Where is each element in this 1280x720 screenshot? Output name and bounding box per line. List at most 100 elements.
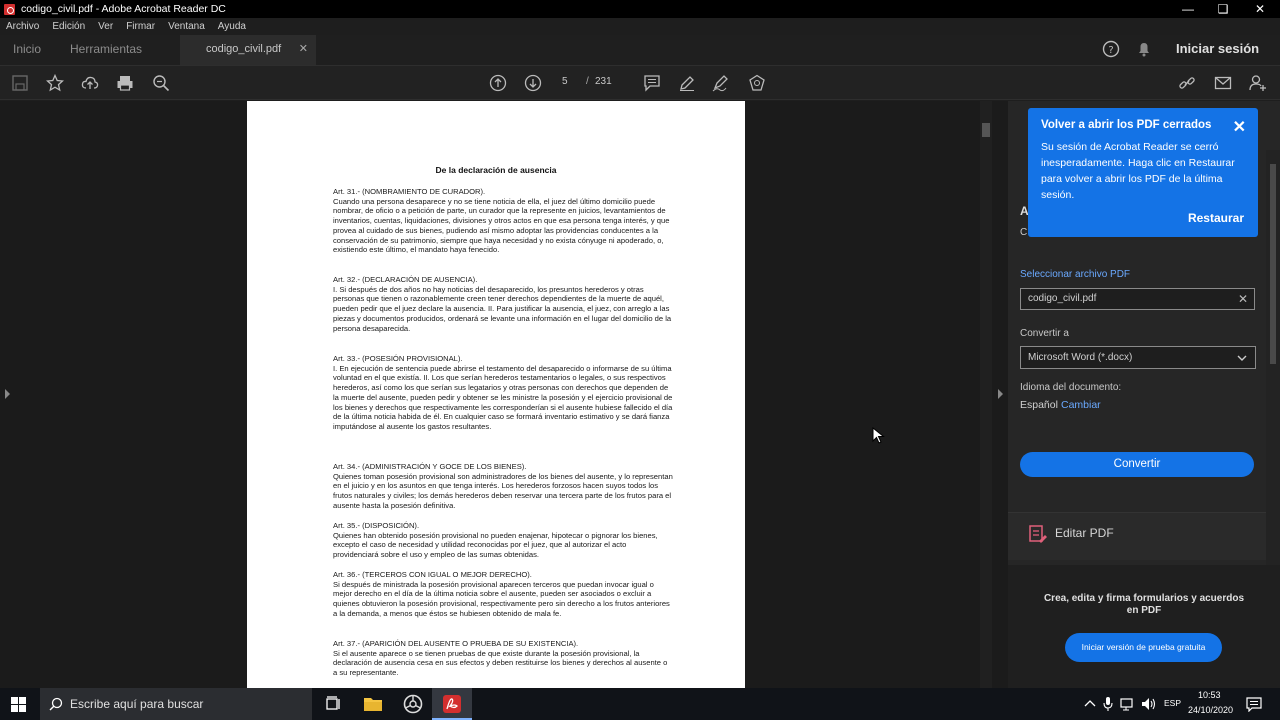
article-title: Art. 33.- (POSESIÓN PROVISIONAL).: [333, 354, 463, 363]
restore-button[interactable]: Restaurar: [1188, 211, 1244, 225]
show-hidden-icons-icon[interactable]: [1084, 698, 1096, 708]
tab-bar: Inicio Herramientas codigo_civil.pdf ✕: [0, 35, 1280, 65]
collapse-panel-icon[interactable]: [996, 388, 1004, 400]
volume-icon[interactable]: [1141, 697, 1157, 711]
panel-scrollbar[interactable]: [1266, 150, 1280, 565]
zoom-search-icon[interactable]: [152, 74, 170, 92]
email-icon[interactable]: [1214, 74, 1232, 92]
input-language-indicator[interactable]: ESP: [1164, 698, 1181, 708]
bell-icon[interactable]: [1135, 40, 1153, 58]
convert-to-label: Convertir a: [1020, 328, 1069, 339]
article-title: Art. 34.- (ADMINISTRACIÓN Y GOCE DE LOS …: [333, 462, 527, 471]
search-icon: [49, 697, 63, 711]
share-link-icon[interactable]: [1178, 74, 1196, 92]
article-body: Quienes han obtenido posesión provisiona…: [333, 530, 658, 560]
edit-pdf-tool[interactable]: Editar PDF: [1008, 512, 1266, 560]
menu-edicion[interactable]: Edición: [52, 21, 85, 32]
article-title: Art. 32.- (DECLARACIÓN DE AUSENCIA).: [333, 275, 478, 284]
page-total: 231: [595, 76, 612, 87]
panel-text-partial: C: [1020, 227, 1028, 238]
highlight-pen-icon[interactable]: [678, 74, 696, 92]
close-tab-icon[interactable]: ✕: [299, 35, 308, 63]
taskbar-search-box[interactable]: Escribe aquí para buscar: [40, 688, 312, 720]
popup-body: Su sesión de Acrobat Reader se cerró ine…: [1041, 141, 1235, 201]
print-icon[interactable]: [116, 74, 134, 92]
microphone-icon[interactable]: [1103, 696, 1113, 712]
pdf-file-field[interactable]: codigo_civil.pdf ✕: [1020, 288, 1255, 310]
help-icon[interactable]: ?: [1102, 40, 1120, 58]
window-title: codigo_civil.pdf - Adobe Acrobat Reader …: [21, 3, 226, 15]
tab-home[interactable]: Inicio: [13, 35, 41, 65]
article-body: Cuando una persona desaparece y no se ti…: [333, 196, 670, 255]
close-popup-icon[interactable]: ✕: [1233, 117, 1246, 137]
menu-ver[interactable]: Ver: [98, 21, 113, 32]
chevron-down-icon: [1237, 355, 1247, 361]
minimize-button[interactable]: —: [1170, 0, 1206, 18]
network-icon[interactable]: [1120, 697, 1136, 711]
promo-section: [1008, 565, 1280, 688]
panel-scrollbar-thumb[interactable]: [1270, 164, 1276, 364]
free-trial-button[interactable]: Iniciar versión de prueba gratuita: [1065, 633, 1222, 662]
restore-popup: Volver a abrir los PDF cerrados Su sesió…: [1028, 108, 1258, 237]
previous-page-icon[interactable]: [489, 74, 507, 92]
pdf-page: De la declaración de ausencia Art. 31.- …: [247, 101, 745, 688]
page-number-input[interactable]: 5: [562, 76, 568, 87]
page-heading: De la declaración de ausencia: [435, 165, 557, 175]
upload-cloud-icon[interactable]: [81, 74, 99, 92]
browser-icon[interactable]: [402, 693, 424, 715]
format-value: Microsoft Word (*.docx): [1028, 352, 1133, 363]
close-window-button[interactable]: ✕: [1242, 0, 1278, 18]
file-explorer-icon[interactable]: [362, 693, 384, 715]
clock-time[interactable]: 10:53: [1198, 690, 1221, 700]
article-31: Art. 31.- (NOMBRAMIENTO DE CURADOR). Cuan…: [333, 187, 673, 255]
pdf-file-value: codigo_civil.pdf: [1028, 293, 1097, 304]
windows-start-icon[interactable]: [11, 697, 26, 712]
convert-button[interactable]: Convertir: [1020, 452, 1254, 477]
save-icon[interactable]: [11, 74, 29, 92]
select-file-label[interactable]: Seleccionar archivo PDF: [1020, 269, 1130, 280]
change-language-link[interactable]: Cambiar: [1061, 399, 1101, 411]
document-scrollbar[interactable]: [980, 101, 992, 688]
menu-bar: Archivo Edición Ver Firmar Ventana Ayuda: [0, 18, 1280, 35]
article-body: I. En ejecución de sentencia puede abrir…: [333, 363, 673, 431]
edit-pdf-icon: [1029, 525, 1047, 543]
article-body: Si el ausente aparece o se tienen prueba…: [333, 648, 668, 678]
sign-pen-icon[interactable]: [712, 74, 730, 92]
article-body: Quienes toman posesión provisional son a…: [333, 471, 673, 510]
task-view-icon[interactable]: [323, 693, 345, 715]
document-language-label: Idioma del documento:: [1020, 382, 1122, 393]
mouse-cursor-icon: [872, 427, 885, 444]
signin-link[interactable]: Iniciar sesión: [1176, 41, 1259, 56]
comment-icon[interactable]: [643, 74, 661, 92]
clear-file-icon[interactable]: ✕: [1238, 289, 1248, 309]
article-title: Art. 35.- (DISPOSICIÓN).: [333, 521, 420, 530]
acrobat-icon: [443, 695, 461, 713]
article-title: Art. 31.- (NOMBRAMIENTO DE CURADOR).: [333, 187, 486, 196]
menu-firmar[interactable]: Firmar: [126, 21, 155, 32]
toolbar: 5 / 231: [0, 65, 1280, 100]
right-panel-toggle[interactable]: [992, 101, 1008, 688]
page-separator: /: [586, 76, 589, 87]
promo-text: Crea, edita y firma formularios y acuerd…: [1043, 593, 1245, 616]
star-icon[interactable]: [46, 74, 64, 92]
acrobat-taskbar-button[interactable]: [432, 688, 472, 720]
menu-archivo[interactable]: Archivo: [6, 21, 39, 32]
next-page-icon[interactable]: [524, 74, 542, 92]
document-scrollbar-thumb[interactable]: [982, 123, 990, 137]
clock-date[interactable]: 24/10/2020: [1188, 705, 1233, 715]
tab-tools[interactable]: Herramientas: [70, 35, 142, 65]
left-panel-expand-icon[interactable]: [3, 388, 11, 400]
add-user-icon[interactable]: [1249, 74, 1267, 92]
article-35: Art. 35.- (DISPOSICIÓN). Quienes han obte…: [333, 521, 673, 560]
menu-ayuda[interactable]: Ayuda: [218, 21, 246, 32]
article-37: Art. 37.- (APARICIÓN DEL AUSENTE O PRUEB…: [333, 639, 673, 678]
stamp-icon[interactable]: [748, 74, 766, 92]
document-language-value: Español: [1020, 399, 1058, 411]
format-dropdown[interactable]: Microsoft Word (*.docx): [1020, 346, 1256, 369]
tab-document-label: codigo_civil.pdf: [206, 43, 282, 55]
tab-document[interactable]: codigo_civil.pdf ✕: [180, 35, 316, 65]
menu-ventana[interactable]: Ventana: [168, 21, 205, 32]
notifications-icon[interactable]: [1246, 696, 1262, 712]
article-title: Art. 37.- (APARICIÓN DEL AUSENTE O PRUEB…: [333, 639, 579, 648]
maximize-button[interactable]: ❑: [1205, 0, 1241, 18]
